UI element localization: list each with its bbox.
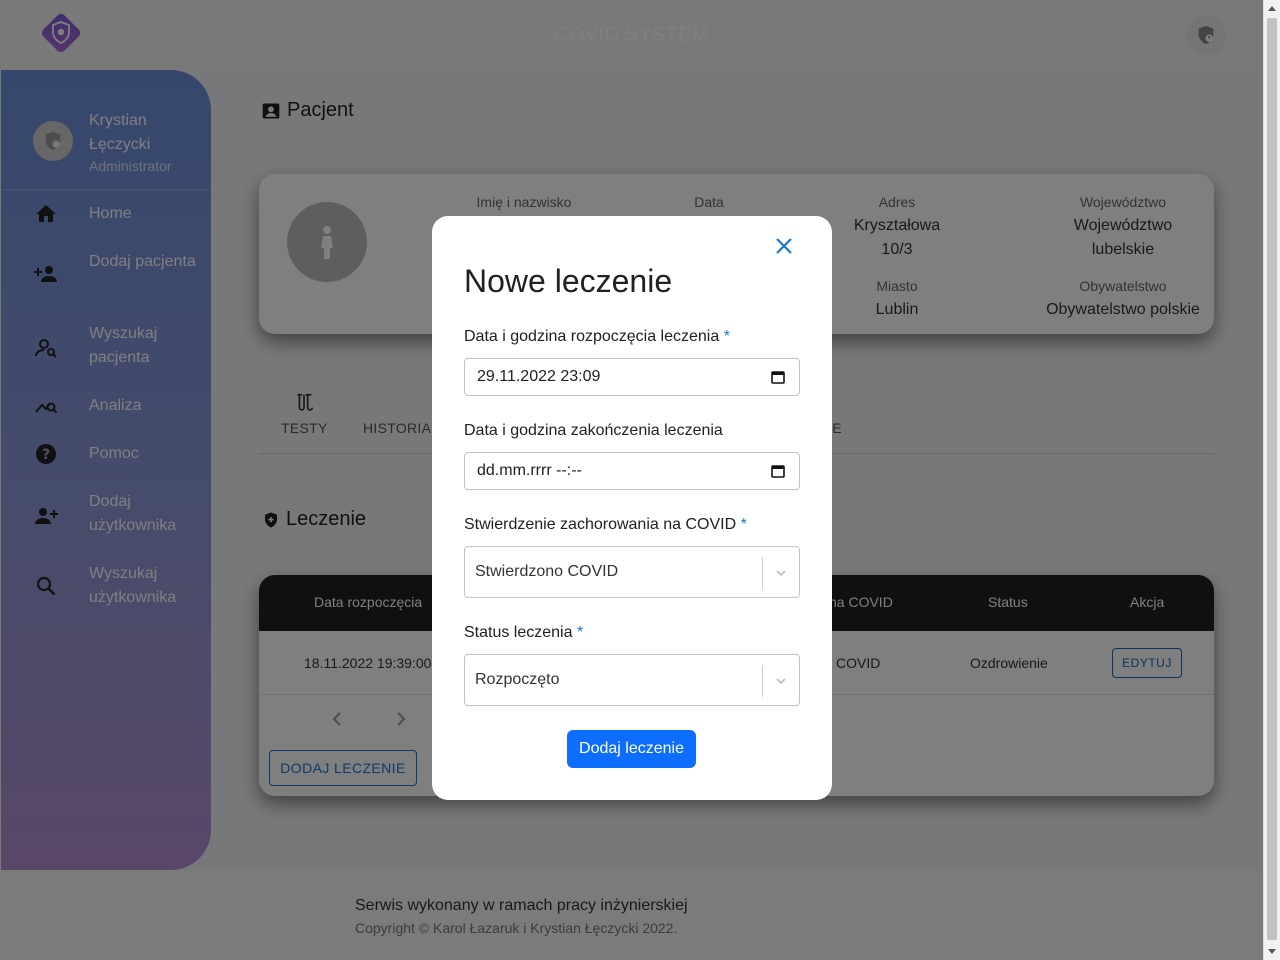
input-placeholder: dd.mm.rrrr --:--	[477, 462, 582, 479]
select-value: Rozpoczęto	[475, 671, 560, 688]
required-mark: *	[723, 328, 730, 345]
calendar-icon[interactable]	[771, 464, 785, 478]
calendar-icon[interactable]	[771, 370, 785, 384]
label-text: Status leczenia	[464, 624, 573, 641]
covid-confirmation-select[interactable]: Stwierdzono COVID	[464, 546, 800, 598]
page-scrollbar[interactable]	[1263, 0, 1280, 960]
required-mark: *	[740, 516, 747, 533]
select-separator	[762, 665, 763, 697]
start-date-label: Data i godzina rozpoczęcia leczenia *	[464, 328, 730, 346]
new-treatment-modal: Nowe leczenie Data i godzina rozpoczęcia…	[432, 216, 832, 800]
treatment-status-select[interactable]: Rozpoczęto	[464, 654, 800, 706]
label-text: Data i godzina rozpoczęcia leczenia	[464, 328, 720, 345]
select-separator	[762, 557, 763, 589]
start-datetime-input[interactable]: 29.11.2022 23:09	[464, 358, 800, 396]
scroll-down-arrow[interactable]	[1268, 949, 1276, 954]
select-value: Stwierdzono COVID	[475, 563, 619, 580]
treatment-status-label: Status leczenia *	[464, 624, 583, 642]
scroll-thumb[interactable]	[1267, 18, 1277, 940]
chevron-down-icon[interactable]	[775, 567, 787, 579]
close-icon[interactable]	[774, 236, 794, 256]
chevron-down-icon[interactable]	[775, 675, 787, 687]
covid-confirmation-label: Stwierdzenie zachorowania na COVID *	[464, 516, 747, 534]
label-text: Stwierdzenie zachorowania na COVID	[464, 516, 737, 533]
end-datetime-input[interactable]: dd.mm.rrrr --:--	[464, 452, 800, 490]
end-date-label: Data i godzina zakończenia leczenia	[464, 422, 723, 439]
add-treatment-submit-button[interactable]: Dodaj leczenie	[567, 730, 696, 768]
modal-title: Nowe leczenie	[464, 263, 673, 299]
input-value: 29.11.2022 23:09	[477, 368, 601, 385]
scroll-up-arrow[interactable]	[1268, 6, 1276, 11]
required-mark: *	[576, 624, 584, 641]
